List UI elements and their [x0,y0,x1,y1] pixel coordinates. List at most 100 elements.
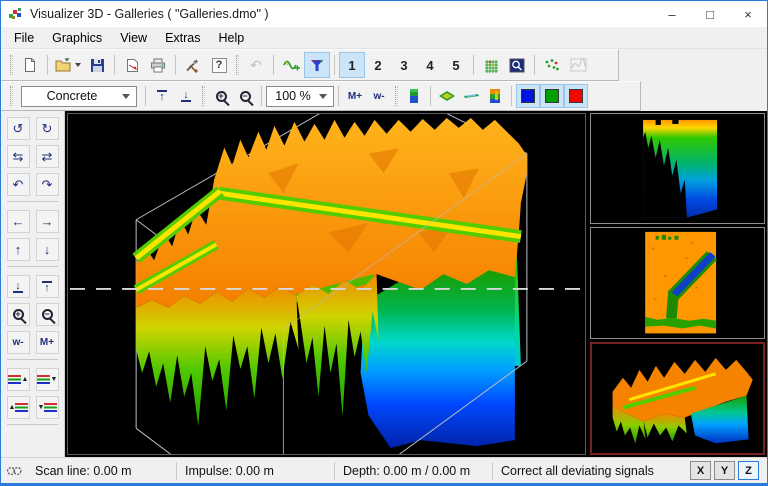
main-3d-view[interactable] [67,113,586,455]
page-1-button[interactable]: 1 [339,52,365,78]
align-bottom-button[interactable]: ↓ [7,275,30,298]
rotate-right-button[interactable]: ⇄ [36,145,59,168]
axis-y-button[interactable]: Y [714,461,735,480]
axis-z-button[interactable]: Z [738,461,759,480]
blue-swatch-icon [521,89,535,103]
window-controls: – □ × [653,1,767,27]
section-view-button[interactable] [402,84,426,108]
separator [338,86,339,106]
axis-x-button[interactable]: X [690,461,711,480]
toolbar-view-panel: Concrete ↑ ↓ + − 100 % [1,81,641,111]
signal-minus-button[interactable]: w- [7,331,30,354]
3d-view-panel[interactable] [590,342,765,455]
signal-plus-button[interactable]: M+ [36,331,59,354]
layer-lower-button[interactable]: ▼ [36,396,59,419]
move-left-button[interactable]: ← [7,210,30,233]
undo-button[interactable]: ↶ [243,52,269,78]
chart-button[interactable] [565,52,591,78]
menu-help[interactable]: Help [210,29,254,47]
layer-up-button[interactable]: ▲ [7,368,30,391]
menu-graphics[interactable]: Graphics [43,29,111,47]
top-view-panel[interactable] [590,227,765,338]
rotate-left-button[interactable]: ⇆ [7,145,30,168]
w-minus-icon: w- [373,91,384,102]
help-button[interactable]: ? [206,52,232,78]
close-button[interactable]: × [729,1,767,27]
red-swatch-icon [569,89,583,103]
axis-buttons: X Y Z [690,461,767,480]
toolbar-grip[interactable] [236,55,239,75]
open-dropdown-caret[interactable] [75,63,81,67]
new-file-button[interactable] [17,52,43,78]
tilt-right-button[interactable]: ↷ [36,173,59,196]
rotate-vertical-button[interactable]: ↺ [7,117,30,140]
toolbar-grip[interactable] [202,86,205,106]
separator [511,86,512,106]
separator [430,86,431,106]
print-button[interactable] [145,52,171,78]
solid-view-button[interactable] [483,84,507,108]
rgb-layers-icon [37,375,50,384]
filter-view-button[interactable] [304,52,330,78]
page-2-button[interactable]: 2 [365,52,391,78]
toolbar-grip[interactable] [10,55,13,75]
image-zoom-icon [509,58,525,73]
align-top-button[interactable]: ↑ [36,275,59,298]
minimize-button[interactable]: – [653,1,691,27]
up-triangle-icon: ▲ [9,404,16,411]
move-down-button[interactable]: ↓ [36,238,59,261]
menu-extras[interactable]: Extras [156,29,209,47]
toolbar-grip[interactable] [10,86,13,106]
page-4-button[interactable]: 4 [417,52,443,78]
tilt-left-button[interactable]: ↶ [7,173,30,196]
signal-min-minus-button[interactable]: w- [367,84,391,108]
report-button[interactable] [119,52,145,78]
rgb-layers-icon [44,403,57,412]
zoom-level-value: 100 % [273,89,313,103]
grid-button[interactable] [478,52,504,78]
save-button[interactable] [84,52,110,78]
menu-view[interactable]: View [111,29,156,47]
color-red-button[interactable] [564,84,588,108]
move-down-icon: ↓ [44,242,51,257]
solid-view-icon [489,88,501,104]
rotate-clockwise-button[interactable]: ↻ [36,117,59,140]
add-signal-button[interactable] [278,52,304,78]
zoom-in-icon: + [216,91,227,102]
section-view-panel[interactable] [590,113,765,224]
top-view-button[interactable] [435,84,459,108]
open-file-button[interactable] [52,52,84,78]
align-surface-top-button[interactable]: ↑ [150,84,174,108]
zoom-in-button[interactable]: + [7,303,30,326]
zoom-out-button[interactable]: − [36,303,59,326]
green-swatch-icon [545,89,559,103]
settings-button[interactable] [180,52,206,78]
main-3d-scene [68,114,585,454]
status-message: Correct all deviating signals [493,462,690,480]
layer-raise-button[interactable]: ▲ [7,396,30,419]
separator [473,55,474,75]
layer-down-button[interactable]: ▼ [36,368,59,391]
zoom-out-button[interactable]: − [233,84,257,108]
page-3-button[interactable]: 3 [391,52,417,78]
signal-max-plus-button[interactable]: M+ [343,84,367,108]
impulse-status: Impulse: 0.00 m [177,462,335,480]
chart-icon [570,58,587,72]
move-up-button[interactable]: ↑ [7,238,30,261]
move-right-button[interactable]: → [36,210,59,233]
material-select[interactable]: Concrete [21,86,137,107]
menu-file[interactable]: File [5,29,43,47]
line-view-button[interactable] [459,84,483,108]
zoom-level-select[interactable]: 100 % [266,86,334,107]
preview-button[interactable] [504,52,530,78]
zoom-in-button[interactable]: + [209,84,233,108]
menu-bar: File Graphics View Extras Help [1,27,767,49]
toolbar-grip[interactable] [395,86,398,106]
align-surface-bottom-button[interactable]: ↓ [174,84,198,108]
color-green-button[interactable] [540,84,564,108]
scatter-button[interactable] [539,52,565,78]
page-5-button[interactable]: 5 [443,52,469,78]
zoom-out-icon: − [42,309,53,320]
maximize-button[interactable]: □ [691,1,729,27]
color-blue-button[interactable] [516,84,540,108]
